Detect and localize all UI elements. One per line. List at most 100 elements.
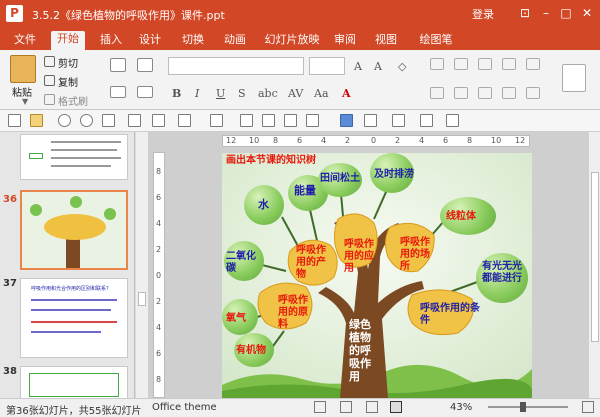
symbol-icon[interactable] [392, 114, 405, 127]
text-line [51, 149, 117, 151]
char-spacing-icon[interactable]: AV [288, 87, 303, 100]
textbox-icon[interactable] [284, 114, 297, 127]
reading-view-icon[interactable] [366, 401, 378, 413]
thumbnail-scrollbar[interactable] [136, 132, 148, 398]
format-painter-icon [44, 94, 55, 105]
increase-font-icon[interactable]: A [354, 60, 362, 73]
save-icon[interactable] [152, 114, 165, 127]
font-family-select[interactable] [168, 57, 304, 75]
new-file-icon[interactable] [8, 114, 21, 127]
tab-view[interactable]: 视图 [369, 32, 403, 50]
text-line [31, 309, 111, 311]
camera-icon[interactable] [262, 114, 275, 127]
shapes-icon[interactable] [562, 64, 586, 92]
decrease-indent-icon[interactable] [478, 58, 492, 70]
copy-button[interactable]: 复制 [58, 74, 78, 89]
columns-icon[interactable] [526, 87, 540, 99]
font-size-select[interactable] [309, 57, 345, 75]
pointer-icon[interactable] [178, 114, 191, 127]
paste-icon[interactable] [10, 55, 36, 83]
align-left-icon[interactable] [430, 87, 444, 99]
fit-to-window-icon[interactable] [582, 401, 594, 413]
petal-conditions-label: 呼吸作用的条件 [420, 303, 480, 326]
maximize-icon[interactable]: □ [558, 5, 574, 21]
font-color-icon[interactable]: A [342, 87, 351, 100]
ruler-tick: 6 [156, 349, 162, 358]
tab-design[interactable]: 设计 [133, 32, 167, 50]
normal-view-icon[interactable] [314, 401, 326, 413]
restore-ribbon-icon[interactable]: ⊡ [517, 5, 533, 21]
app-logo-icon: P [6, 5, 23, 22]
zoom-level[interactable]: 43% [450, 402, 472, 413]
layout-icon[interactable] [110, 86, 126, 98]
slideshow-view-icon[interactable] [390, 401, 402, 413]
login-button[interactable]: 登录 [472, 6, 494, 22]
tab-slideshow[interactable]: 幻灯片放映 [258, 32, 326, 50]
smartart-icon[interactable] [364, 114, 377, 127]
strikethrough-icon[interactable]: abc [258, 87, 278, 100]
tree-crown-mini [44, 214, 106, 240]
current-slide[interactable]: 画出本节课的知识树 水 能量 田间松土 及时排涝 线粒体 二氧化碳 有光无光都能… [222, 153, 532, 398]
scroll-thumb[interactable] [138, 292, 146, 306]
redo-icon[interactable] [80, 114, 93, 127]
underline-icon[interactable]: U [216, 87, 225, 100]
tab-insert[interactable]: 插入 [94, 32, 128, 50]
quick-access-toolbar [0, 110, 600, 132]
open-file-icon[interactable] [30, 114, 43, 127]
cut-button[interactable]: 剪切 [58, 55, 78, 70]
section-icon[interactable] [137, 58, 153, 72]
reset-icon[interactable] [137, 86, 153, 98]
hyperlink-icon[interactable] [446, 114, 459, 127]
bullets-icon[interactable] [430, 58, 444, 70]
chart-icon[interactable] [340, 114, 353, 127]
table-icon[interactable] [210, 114, 223, 127]
shadow-icon[interactable]: S [238, 87, 246, 100]
change-case-icon[interactable]: Aa [314, 87, 329, 100]
align-right-icon[interactable] [478, 87, 492, 99]
numbering-icon[interactable] [454, 58, 468, 70]
editor-scrollbar[interactable] [588, 132, 600, 398]
tab-animations[interactable]: 动画 [218, 32, 252, 50]
wordart-icon[interactable] [306, 114, 319, 127]
tab-home[interactable]: 开始 [51, 31, 85, 50]
align-center-icon[interactable] [454, 87, 468, 99]
clear-format-icon[interactable]: ◇ [398, 60, 406, 73]
minimize-icon[interactable]: – [538, 5, 554, 21]
zoom-slider-thumb[interactable] [520, 402, 526, 412]
line-spacing-icon[interactable] [526, 58, 540, 70]
picture-icon[interactable] [240, 114, 253, 127]
trunk-label: 绿色植物的呼吸作用 [349, 318, 371, 383]
slide-thumbnail-37[interactable]: 呼吸作用和光合作用的区别和联系？ [20, 278, 128, 358]
slide-thumbnail-pane: 36 37 呼吸作用和光合作用的区别和联系？ 38 [0, 132, 135, 398]
format-painter-button[interactable]: 格式刷 [58, 93, 88, 108]
italic-icon[interactable]: I [195, 87, 199, 100]
paste-dropdown-icon[interactable]: ▼ [22, 97, 28, 106]
ribbon-home: 粘贴 ▼ 剪切 复制 格式刷 A A ◇ B I U S abc AV Aa A [0, 50, 600, 110]
new-slide-icon[interactable] [110, 58, 126, 72]
sorter-view-icon[interactable] [340, 401, 352, 413]
slide-thumbnail-35[interactable] [20, 134, 128, 180]
close-icon[interactable]: ✕ [579, 5, 595, 21]
ruler-tick: 4 [156, 323, 162, 332]
tab-drawing-pen[interactable]: 绘图笔 [413, 32, 459, 50]
scroll-thumb[interactable] [591, 172, 599, 342]
petal-materials-label: 呼吸作用的原料 [278, 295, 308, 330]
increase-indent-icon[interactable] [502, 58, 516, 70]
ruler-tick: 10 [491, 136, 502, 145]
email-icon[interactable] [128, 114, 141, 127]
tab-review[interactable]: 审阅 [328, 32, 362, 50]
bold-icon[interactable]: B [172, 87, 181, 100]
leaf-mini [104, 208, 116, 220]
tab-transitions[interactable]: 切换 [176, 32, 210, 50]
undo-icon[interactable] [58, 114, 71, 127]
slide-thumbnail-38[interactable] [20, 366, 128, 398]
omega-icon[interactable] [420, 114, 433, 127]
justify-icon[interactable] [502, 87, 516, 99]
decrease-font-icon[interactable]: A [374, 60, 382, 73]
text-line [31, 331, 101, 333]
zoom-slider[interactable] [488, 406, 568, 408]
ruler-tick: 2 [395, 136, 401, 145]
tab-file[interactable]: 文件 [8, 32, 42, 50]
slide-thumbnail-36[interactable] [20, 190, 128, 270]
print-icon[interactable] [102, 114, 115, 127]
